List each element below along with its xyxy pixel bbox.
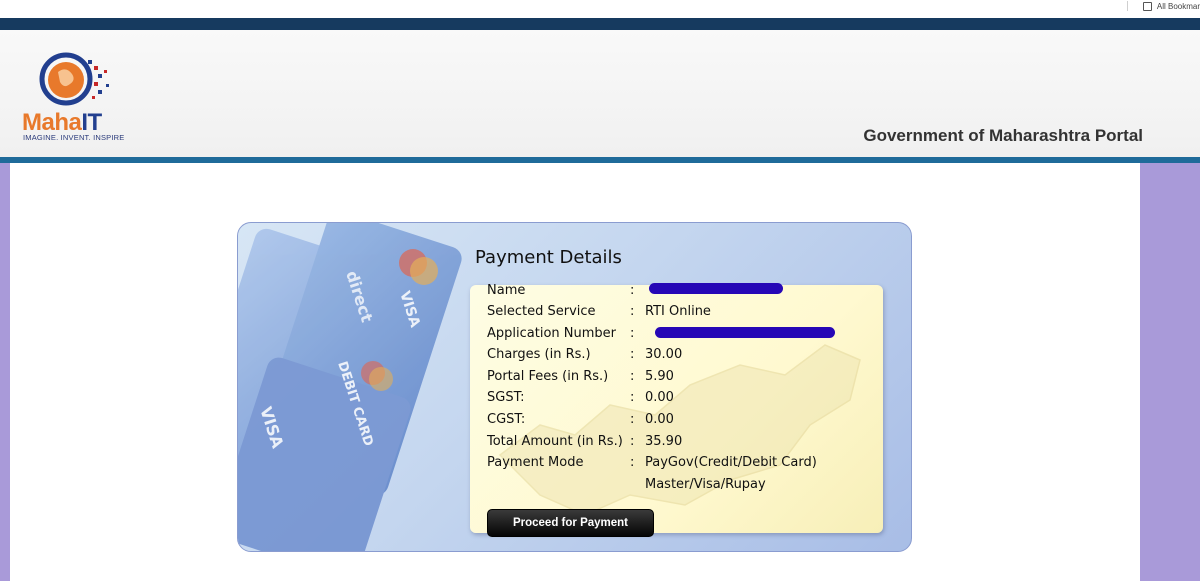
row-label: Charges (in Rs.) — [487, 347, 591, 362]
portal-title: Government of Maharashtra Portal — [863, 126, 1143, 145]
row-colon: : — [630, 434, 635, 449]
redacted-name-mark — [649, 283, 783, 294]
row-label: CGST: — [487, 412, 526, 427]
payment-row-total-amount: Total Amount (in Rs.) : 35.90 — [487, 432, 877, 452]
redacted-application-number-mark — [655, 327, 835, 338]
row-value: PayGov(Credit/Debit Card) — [645, 455, 817, 470]
logo-wordmark-accent: IT — [81, 109, 102, 136]
row-value: RTI Online — [645, 304, 711, 319]
payment-row-name: Name : — [487, 281, 877, 301]
bookmarks-separator — [1126, 1, 1128, 11]
payment-details-card: Name : Selected Service : RTI Online App… — [470, 283, 883, 537]
row-colon: : — [630, 347, 635, 362]
row-label: Name — [487, 283, 526, 298]
all-bookmarks-label[interactable]: All Bookmar — [1157, 2, 1200, 11]
proceed-for-payment-button[interactable]: Proceed for Payment — [487, 509, 654, 537]
payment-row-cgst: CGST: : 0.00 — [487, 410, 877, 430]
logo-tagline: IMAGINE. INVENT. INSPIRE — [23, 133, 125, 142]
payment-details-box: direct VISA DEBIT CARD VISA Payment Deta… — [237, 222, 912, 552]
payment-row-sgst: SGST: : 0.00 — [487, 388, 877, 408]
payment-row-application-number: Application Number : — [487, 324, 877, 344]
folder-icon — [1142, 1, 1152, 11]
header-top-band — [0, 18, 1200, 30]
payment-row-payment-mode-cont: Master/Visa/Rupay — [487, 475, 877, 495]
row-value: 35.90 — [645, 434, 683, 449]
browser-bookmark-strip: All Bookmar — [0, 0, 1200, 18]
row-label: Selected Service — [487, 304, 596, 319]
payment-details-title: Payment Details — [475, 247, 622, 268]
row-value: 5.90 — [645, 369, 674, 384]
row-colon: : — [630, 304, 635, 319]
row-label: Application Number — [487, 326, 616, 341]
payment-row-payment-mode: Payment Mode : PayGov(Credit/Debit Card) — [487, 453, 877, 473]
row-value: Master/Visa/Rupay — [645, 477, 766, 492]
row-colon: : — [630, 283, 635, 298]
bookmarks-bar[interactable]: All Bookmar — [1126, 0, 1200, 12]
site-header: MahaIT IMAGINE. INVENT. INSPIRE Governme… — [0, 30, 1200, 157]
row-label: Total Amount (in Rs.) — [487, 434, 623, 449]
row-label: Portal Fees (in Rs.) — [487, 369, 609, 384]
payment-row-charges: Charges (in Rs.) : 30.00 — [487, 345, 877, 365]
row-colon: : — [630, 412, 635, 427]
credit-cards-illustration-icon: direct VISA DEBIT CARD VISA — [238, 223, 462, 551]
row-value: 0.00 — [645, 412, 674, 427]
payment-row-selected-service: Selected Service : RTI Online — [487, 302, 877, 322]
payment-row-portal-fees: Portal Fees (in Rs.) : 5.90 — [487, 367, 877, 387]
row-label: SGST: — [487, 390, 525, 405]
row-value: 30.00 — [645, 347, 683, 362]
row-label: Payment Mode — [487, 455, 584, 470]
row-value: 0.00 — [645, 390, 674, 405]
logo-wordmark-main: Maha — [22, 109, 82, 136]
row-colon: : — [630, 369, 635, 384]
row-colon: : — [630, 326, 635, 341]
row-colon: : — [630, 390, 635, 405]
row-colon: : — [630, 455, 635, 470]
